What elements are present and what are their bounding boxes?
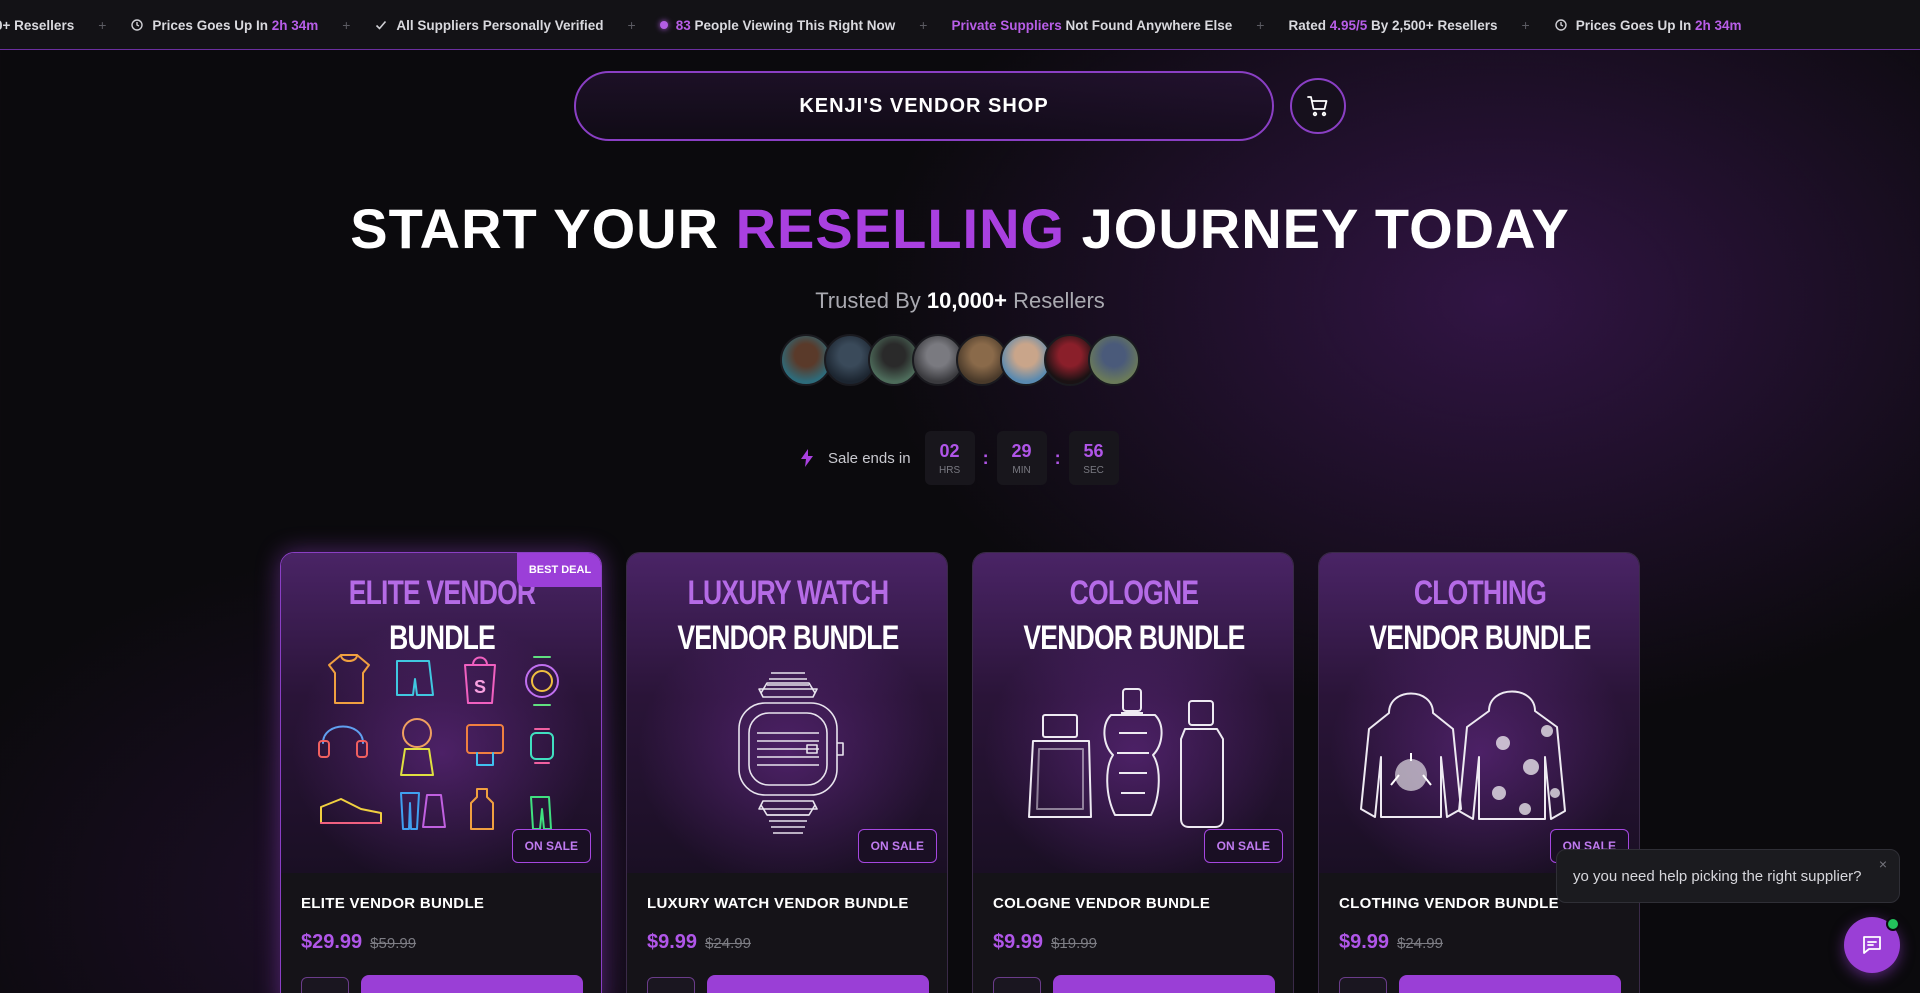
product-image[interactable]: COLOGNE VENDOR BUNDLE ON SALE: [973, 553, 1293, 873]
ticker-item-price-timer: Prices Goes Up In 2h 34m: [130, 18, 318, 33]
ticker-separator: +: [98, 17, 107, 33]
on-sale-badge: ON SALE: [857, 829, 937, 863]
ticker-item-verified: All Suppliers Personally Verified: [374, 18, 604, 33]
product-card-elite[interactable]: S ELITE VENDOR BUNDLE BEST DEAL ON SALE …: [280, 552, 602, 993]
product-price: $9.99 $24.99: [1339, 931, 1443, 954]
quantity-stepper[interactable]: ⌄: [993, 977, 1041, 993]
countdown-separator: :: [982, 447, 989, 468]
ticker-separator: +: [627, 17, 636, 33]
card-title: LUXURY WATCH VENDOR BUNDLE: [677, 574, 899, 657]
shop-name: KENJI'S VENDOR SHOP: [799, 94, 1049, 117]
product-card-watch[interactable]: LUXURY WATCH VENDOR BUNDLE ON SALE LUXUR…: [626, 552, 948, 993]
product-name[interactable]: LUXURY WATCH VENDOR BUNDLE: [647, 895, 909, 912]
avatar: [1088, 334, 1140, 386]
ticker-item-price-timer-repeat: Prices Goes Up In 2h 34m: [1554, 18, 1742, 33]
product-name[interactable]: CLOTHING VENDOR BUNDLE: [1339, 895, 1559, 912]
clock-icon: [1554, 18, 1568, 32]
shopping-cart-icon: [1307, 96, 1328, 117]
card-title: CLOTHING VENDOR BUNDLE: [1369, 574, 1591, 657]
ticker-item-resellers: 500+ Resellers: [0, 17, 75, 33]
check-icon: [374, 18, 388, 32]
ticker-separator: +: [1521, 17, 1530, 33]
shop-name-banner[interactable]: KENJI'S VENDOR SHOP: [574, 71, 1274, 141]
chat-prompt-text: yo you need help picking the right suppl…: [1573, 867, 1862, 885]
sale-price: $9.99: [647, 931, 698, 953]
sale-countdown: Sale ends in 02 HRS : 29 MIN : 56 SEC: [800, 430, 1119, 486]
sale-price: $29.99: [301, 931, 363, 953]
chat-icon: [1863, 936, 1881, 954]
add-to-cart-button[interactable]: [1399, 975, 1621, 993]
sale-price: $9.99: [1339, 931, 1390, 953]
ticker-item-rating: Rated 4.95/5 By 2,500+ Resellers: [1288, 17, 1498, 33]
clock-icon: [130, 18, 144, 32]
ticker-item-viewers: 83 People Viewing This Right Now: [659, 18, 895, 33]
ticker-item-private-suppliers: Private Suppliers Not Found Anywhere Els…: [951, 17, 1233, 33]
product-name[interactable]: ELITE VENDOR BUNDLE: [301, 895, 484, 912]
on-sale-badge: ON SALE: [511, 829, 591, 863]
cart-button[interactable]: [1290, 78, 1346, 134]
product-image[interactable]: LUXURY WATCH VENDOR BUNDLE ON SALE: [627, 553, 947, 873]
product-price: $9.99 $19.99: [993, 931, 1097, 954]
countdown-seconds: 56 SEC: [1068, 431, 1119, 485]
countdown-minutes: 29 MIN: [996, 431, 1047, 485]
original-price: $24.99: [705, 935, 751, 952]
close-icon[interactable]: ×: [1879, 856, 1887, 872]
quantity-stepper[interactable]: ⌄: [647, 977, 695, 993]
original-price: $19.99: [1051, 935, 1097, 952]
chat-prompt-bubble[interactable]: yo you need help picking the right suppl…: [1556, 849, 1900, 903]
product-name[interactable]: COLOGNE VENDOR BUNDLE: [993, 895, 1210, 912]
chat-button[interactable]: [1844, 917, 1900, 973]
sale-ends-label: Sale ends in: [828, 449, 911, 467]
svg-text:S: S: [474, 677, 486, 697]
chevron-down-icon: ⌄: [319, 986, 331, 993]
hero-title-accent: RESELLING: [735, 197, 1066, 260]
countdown-separator: :: [1054, 447, 1061, 468]
ticker-separator: +: [919, 17, 928, 33]
chevron-down-icon: ⌄: [1357, 986, 1369, 993]
sale-price: $9.99: [993, 931, 1044, 953]
countdown-hours: 02 HRS: [924, 431, 975, 485]
lightning-icon: [800, 449, 814, 467]
chevron-down-icon: ⌄: [1011, 986, 1023, 993]
quantity-stepper[interactable]: ⌄: [1339, 977, 1387, 993]
online-status-dot: [1886, 917, 1900, 931]
ticker-track: 500+ Resellers + Prices Goes Up In 2h 34…: [0, 0, 1742, 49]
live-dot-icon: [659, 21, 668, 29]
product-card-cologne[interactable]: COLOGNE VENDOR BUNDLE ON SALE COLOGNE VE…: [972, 552, 1294, 993]
ticker-separator: +: [342, 17, 351, 33]
ticker-separator: +: [1256, 17, 1265, 33]
product-image[interactable]: S ELITE VENDOR BUNDLE BEST DEAL ON SALE: [281, 553, 601, 873]
announcement-ticker: 500+ Resellers + Prices Goes Up In 2h 34…: [0, 0, 1920, 50]
product-price: $9.99 $24.99: [647, 931, 751, 954]
product-card-clothing[interactable]: CLOTHING VENDOR BUNDLE ON SALE CLOTHING …: [1318, 552, 1640, 993]
product-price: $29.99 $59.99: [301, 931, 416, 954]
original-price: $24.99: [1397, 935, 1443, 952]
product-image[interactable]: CLOTHING VENDOR BUNDLE ON SALE: [1319, 553, 1639, 873]
add-to-cart-button[interactable]: [361, 975, 583, 993]
trusted-by-text: Trusted By 10,000+ Resellers: [815, 288, 1105, 313]
best-deal-badge: BEST DEAL: [517, 553, 601, 587]
quantity-stepper[interactable]: ⌄: [301, 977, 349, 993]
add-to-cart-button[interactable]: [1053, 975, 1275, 993]
on-sale-badge: ON SALE: [1203, 829, 1283, 863]
add-to-cart-button[interactable]: [707, 975, 929, 993]
original-price: $59.99: [370, 935, 417, 952]
hero-title: START YOUR RESELLING JOURNEY TODAY: [350, 197, 1570, 260]
chevron-down-icon: ⌄: [665, 986, 677, 993]
card-title: COLOGNE VENDOR BUNDLE: [1023, 574, 1245, 657]
reseller-avatars: [780, 334, 1140, 386]
